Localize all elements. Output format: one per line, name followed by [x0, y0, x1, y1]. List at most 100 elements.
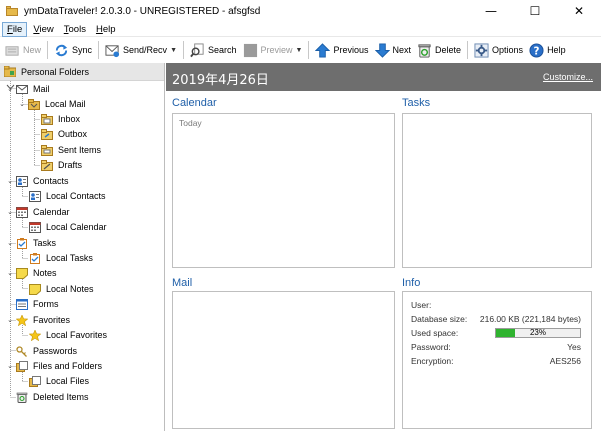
send-recv-button[interactable]: Send/Recv ▼: [102, 39, 180, 61]
info-encryption-row: Encryption: AES256: [411, 356, 581, 368]
drafts-icon: [41, 159, 53, 171]
database-size-label: Database size:: [411, 314, 468, 324]
new-icon: [5, 45, 19, 56]
search-button[interactable]: Search: [187, 39, 240, 61]
encryption-value: AES256: [549, 356, 581, 366]
contacts-icon: [16, 175, 28, 187]
password-value: Yes: [567, 342, 581, 352]
preview-dropdown-icon[interactable]: ▼: [296, 47, 303, 54]
close-button[interactable]: ✕: [557, 0, 601, 22]
info-user-row: User:: [411, 300, 581, 312]
tree-item-deleted-items[interactable]: Deleted Items: [16, 390, 89, 404]
tree-item-outbox[interactable]: Outbox: [41, 127, 87, 141]
tree-item-local-calendar[interactable]: Local Calendar: [29, 220, 107, 234]
collapse-chevron-icon[interactable]: ⌄: [4, 362, 16, 370]
tree-item-local-favorites[interactable]: Local Favorites: [29, 328, 107, 342]
menu-file[interactable]: File: [2, 21, 28, 37]
delete-button[interactable]: Delete: [414, 39, 464, 61]
collapse-chevron-icon[interactable]: ⌄: [4, 316, 16, 324]
toolbar-separator: [98, 41, 100, 59]
menu-bar: File View Tools Help: [0, 21, 601, 37]
tree-item-sent-items[interactable]: Sent Items: [41, 143, 101, 157]
info-panel: User: Database size: 216.00 KB (221,184 …: [402, 291, 592, 429]
database-size-value: 216.00 KB (221,184 bytes): [479, 314, 581, 324]
menu-view[interactable]: View: [29, 23, 57, 36]
files-icon: [29, 375, 41, 387]
mail-panel[interactable]: [172, 291, 395, 429]
tree-item-forms[interactable]: Forms: [16, 297, 59, 311]
recycle-icon: [16, 392, 28, 403]
star-icon: [29, 329, 41, 341]
sync-button[interactable]: Sync: [51, 39, 95, 61]
tasks-panel-title: Tasks: [402, 97, 431, 109]
current-date: 2019年4月26日: [172, 73, 269, 88]
tree-item-local-contacts[interactable]: Local Contacts: [29, 189, 106, 203]
tree-item-tasks[interactable]: ⌄ Tasks: [4, 236, 56, 250]
collapse-chevron-icon[interactable]: ⌄: [4, 239, 16, 247]
info-database-size-row: Database size: 216.00 KB (221,184 bytes): [411, 314, 581, 326]
collapse-chevron-icon[interactable]: ⌄: [4, 177, 16, 185]
tree-item-contacts[interactable]: ⌄ Contacts: [4, 174, 69, 188]
tasks-icon: [17, 237, 27, 249]
tree-item-local-tasks[interactable]: Local Tasks: [29, 251, 93, 265]
tree-item-passwords[interactable]: Passwords: [16, 344, 77, 358]
tree-item-notes[interactable]: ⌄ Notes: [4, 266, 57, 280]
tree-item-favorites[interactable]: ⌄ Favorites: [4, 313, 70, 327]
forms-icon: [16, 298, 28, 310]
folder-icon: [28, 98, 40, 110]
collapse-chevron-icon[interactable]: ⌄: [4, 269, 16, 277]
collapse-chevron-icon[interactable]: ⌄: [4, 208, 16, 216]
calendar-panel-title: Calendar: [172, 97, 217, 109]
user-label: User:: [411, 300, 432, 310]
tree-item-files-and-folders[interactable]: ⌄ Files and Folders: [4, 359, 102, 373]
app-folder-icon: [6, 5, 18, 17]
previous-button[interactable]: Previous: [312, 39, 371, 61]
tree-item-calendar[interactable]: ⌄ Calendar: [4, 205, 70, 219]
tree-item-mail[interactable]: ⌄ Mail: [4, 82, 49, 96]
info-used-space-row: Used space: 23%: [411, 328, 581, 340]
preview-button[interactable]: Preview ▼: [240, 39, 306, 61]
mail-icon: [16, 84, 28, 94]
password-label: Password:: [411, 342, 451, 352]
send-recv-dropdown-icon[interactable]: ▼: [170, 47, 177, 54]
tasks-panel[interactable]: [402, 113, 592, 268]
calendar-icon: [29, 221, 41, 233]
tree-item-inbox[interactable]: Inbox: [41, 112, 80, 126]
minimize-button[interactable]: —: [469, 0, 513, 22]
tree-item-drafts[interactable]: Drafts: [41, 158, 82, 172]
main-panel: 2019年4月26日 Customize... Calendar Today T…: [166, 63, 601, 431]
options-button[interactable]: Options: [471, 39, 526, 61]
used-space-value: 23%: [529, 328, 546, 337]
send-recv-icon: [105, 44, 120, 57]
new-button[interactable]: New: [2, 39, 44, 61]
inbox-icon: [41, 113, 53, 125]
tasks-icon: [30, 252, 40, 264]
folder-tree[interactable]: Personal Folders ⌄ Mail ⌄ Local Mail Inb…: [0, 63, 165, 431]
key-icon: [16, 345, 27, 357]
collapse-chevron-icon[interactable]: ⌄: [16, 100, 28, 108]
calendar-panel[interactable]: Today: [172, 113, 395, 268]
encryption-label: Encryption:: [411, 356, 454, 366]
toolbar-separator: [47, 41, 49, 59]
help-button[interactable]: ? Help: [526, 39, 569, 61]
notes-icon: [29, 283, 41, 295]
toolbar-separator: [308, 41, 310, 59]
contacts-icon: [29, 190, 41, 202]
tree-item-local-notes[interactable]: Local Notes: [29, 282, 94, 296]
date-header: 2019年4月26日 Customize...: [166, 63, 601, 91]
tree-item-local-files[interactable]: Local Files: [29, 374, 89, 388]
maximize-button[interactable]: ☐: [513, 0, 557, 22]
svg-text:?: ?: [534, 45, 540, 57]
files-icon: [16, 360, 28, 372]
customize-link[interactable]: Customize...: [543, 72, 593, 82]
menu-help[interactable]: Help: [92, 23, 120, 36]
preview-icon: [243, 43, 257, 57]
title-bar: ymDataTraveler! 2.0.3.0 - UNREGISTERED -…: [0, 0, 601, 22]
toolbar: New Sync Send/Recv ▼ Search Preview ▼ Pr…: [0, 38, 601, 62]
sync-icon: [55, 44, 68, 56]
toolbar-separator: [183, 41, 184, 59]
collapse-chevron-icon[interactable]: ⌄: [4, 85, 16, 93]
menu-tools[interactable]: Tools: [60, 23, 90, 36]
tree-item-local-mail[interactable]: ⌄ Local Mail: [16, 97, 86, 111]
next-button[interactable]: Next: [372, 39, 415, 61]
